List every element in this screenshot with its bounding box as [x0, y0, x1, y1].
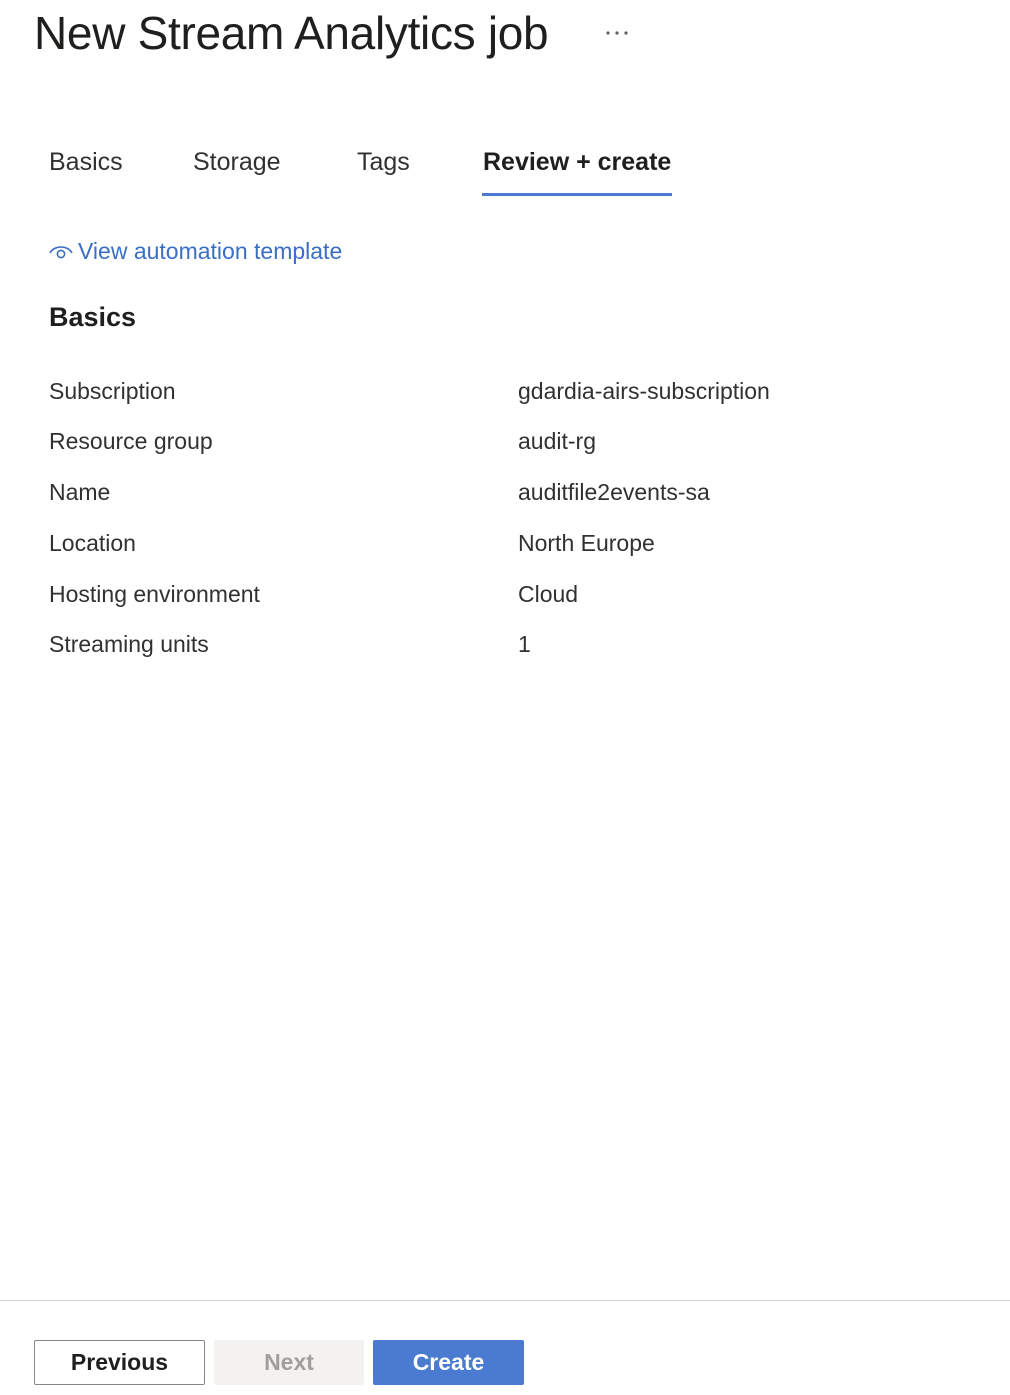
detail-row-location: Location North Europe [0, 524, 1010, 564]
detail-label: Hosting environment [49, 581, 260, 607]
tab-basics[interactable]: Basics [49, 148, 123, 177]
detail-value: Cloud [518, 581, 579, 607]
ellipsis-icon [605, 30, 629, 36]
section-title-basics: Basics [49, 302, 137, 332]
eye-icon [48, 241, 74, 263]
tab-review-create[interactable]: Review + create [483, 148, 671, 177]
detail-label: Subscription [49, 378, 176, 404]
detail-value: gdardia-airs-subscription [518, 378, 770, 404]
detail-label: Name [49, 479, 111, 505]
detail-value: auditfile2events-sa [518, 479, 710, 505]
wizard-tabs: Basics Storage Tags Review + create [0, 140, 1010, 200]
detail-label: Location [49, 530, 136, 556]
detail-row-subscription: Subscription gdardia-airs-subscription [0, 372, 1010, 412]
detail-value: North Europe [518, 530, 655, 556]
detail-row-hosting-environment: Hosting environment Cloud [0, 575, 1010, 615]
next-button[interactable]: Next [214, 1340, 364, 1385]
footer-divider [0, 1300, 1010, 1301]
detail-value: 1 [518, 631, 531, 657]
detail-row-name: Name auditfile2events-sa [0, 473, 1010, 513]
view-automation-template-link[interactable]: View automation template [48, 238, 342, 265]
tab-storage[interactable]: Storage [193, 148, 281, 177]
automation-link-label: View automation template [78, 238, 343, 264]
create-button[interactable]: Create [373, 1340, 524, 1385]
detail-value: audit-rg [518, 428, 596, 454]
detail-label: Streaming units [49, 631, 209, 657]
tab-tags[interactable]: Tags [357, 148, 410, 177]
active-tab-indicator [482, 193, 672, 196]
more-actions-button[interactable] [598, 18, 636, 48]
previous-button[interactable]: Previous [34, 1340, 205, 1385]
detail-row-streaming-units: Streaming units 1 [0, 625, 1010, 665]
detail-row-resource-group: Resource group audit-rg [0, 422, 1010, 462]
page-title: New Stream Analytics job [34, 7, 549, 59]
new-stream-analytics-job-page: New Stream Analytics job Basics Storage … [0, 0, 1010, 1395]
detail-label: Resource group [49, 428, 213, 454]
